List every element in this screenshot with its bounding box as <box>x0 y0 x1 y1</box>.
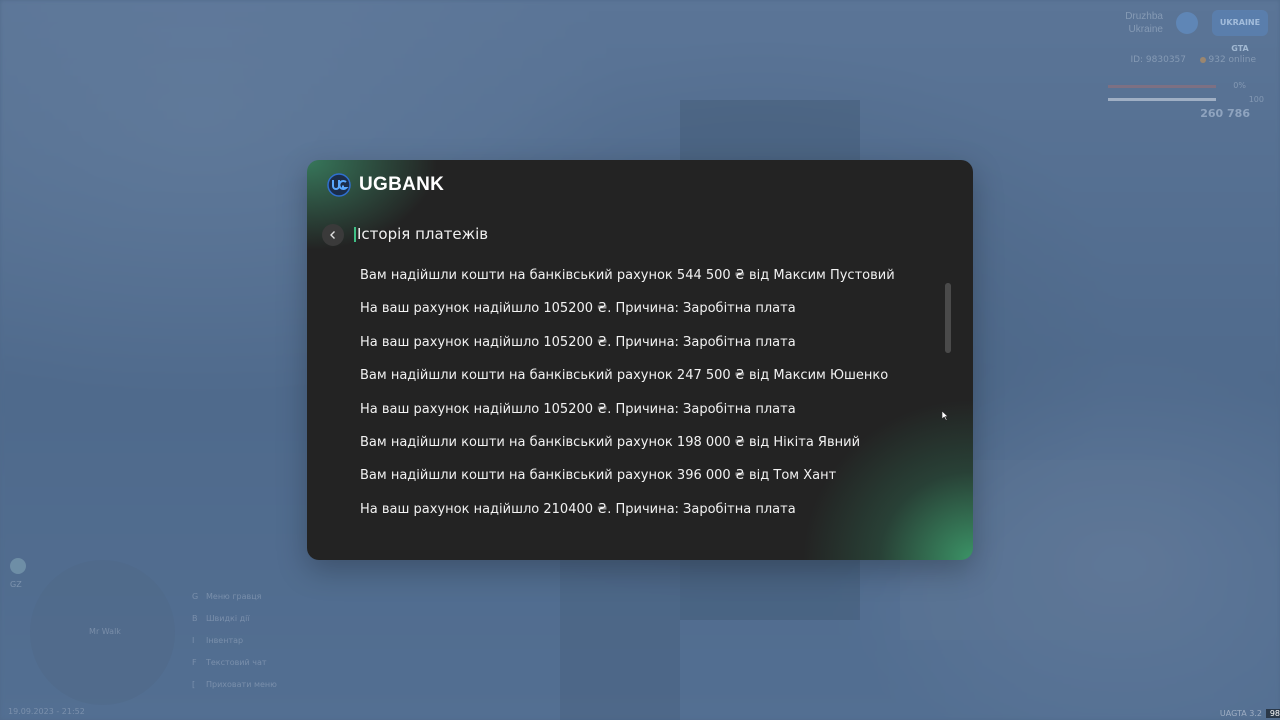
chevron-left-icon <box>330 231 335 239</box>
key-hint-key: [ <box>192 680 196 689</box>
key-hint-label: Швидкі дії <box>206 614 250 623</box>
transaction-item: На ваш рахунок надійшло 105200 ₴. Причин… <box>360 401 796 417</box>
map-zone-label: GZ <box>10 580 22 589</box>
key-hint: G Меню гравця <box>192 590 277 612</box>
online-icon <box>1200 57 1206 63</box>
key-hint: B Швидкі дії <box>192 612 277 634</box>
key-hint-key: I <box>192 636 195 645</box>
discord-icon <box>1176 12 1198 34</box>
transaction-item: Вам надійшли кошти на банківський рахуно… <box>360 368 889 384</box>
page-title: Історія платежів <box>354 225 488 243</box>
fps-counter: 98 <box>1266 709 1280 718</box>
key-hint-key: G <box>192 592 199 601</box>
health-bar <box>1108 98 1216 101</box>
server-name-line2: Ukraine <box>1128 24 1163 35</box>
game-version: UAGTA 3.2 <box>1219 709 1262 718</box>
armor-value: 0% <box>1233 81 1246 90</box>
back-button[interactable] <box>322 224 344 246</box>
transaction-item: Вам надійшли кошти на банківський рахуно… <box>360 468 837 484</box>
armor-bar <box>1108 85 1216 88</box>
title-caret <box>354 226 356 242</box>
page-title-text: Історія платежів <box>357 225 489 243</box>
money-display: 260 786 <box>1200 107 1250 120</box>
server-name-line1: Druzhba <box>1125 11 1163 22</box>
minimap-label: Mr Walk <box>89 627 121 636</box>
key-hint-key: B <box>192 614 198 623</box>
key-hint: I Інвентар <box>192 634 277 656</box>
key-hint: F Текстовий чат <box>192 656 277 678</box>
date-time: 19.09.2023 - 21:52 <box>8 707 85 716</box>
server-logo: UKRAINE GTA <box>1212 10 1268 53</box>
hud-top-right: Druzhba Ukraine UKRAINE GTA ID: 9830357 … <box>980 0 1280 130</box>
key-hints: G Меню гравця B Швидкі дії I Інвентар F Текс… <box>192 590 277 700</box>
key-hint-label: Приховати меню <box>206 680 277 689</box>
transaction-item: На ваш рахунок надійшло 105200 ₴. Причин… <box>360 334 796 350</box>
transaction-item: На ваш рахунок надійшло 210400 ₴. Причин… <box>360 501 796 517</box>
key-hint: [ Приховати меню <box>192 678 277 700</box>
bank-modal: UGBANK Історія платежів Вам надійшли кош… <box>307 160 973 560</box>
transaction-item: Вам надійшли кошти на банківський рахуно… <box>360 268 895 283</box>
scrollbar[interactable] <box>945 283 951 353</box>
transaction-item: Вам надійшли кошти на банківський рахуно… <box>360 434 861 450</box>
key-hint-key: F <box>192 658 197 667</box>
scrollbar-thumb[interactable] <box>945 283 951 353</box>
bank-brand-name: UGBANK <box>359 174 445 195</box>
key-hint-label: Інвентар <box>206 636 244 645</box>
key-hint-label: Меню гравця <box>206 592 262 601</box>
online-count: 932 online <box>1208 55 1257 65</box>
transaction-list[interactable]: Вам надійшли кошти на банківський рахуно… <box>360 267 920 537</box>
mouse-cursor-icon <box>942 411 949 421</box>
ugbank-logo-icon <box>327 173 351 197</box>
map-zone-icon <box>10 558 26 574</box>
background-character <box>560 560 680 720</box>
key-hint-label: Текстовий чат <box>206 658 267 667</box>
server-name: Druzhba Ukraine <box>1125 10 1163 36</box>
player-id: ID: 9830357 <box>1130 55 1186 65</box>
transaction-item: На ваш рахунок надійшло 105200 ₴. Причин… <box>360 301 796 317</box>
health-value: 100 <box>1248 95 1264 104</box>
bank-brand: UGBANK <box>327 172 444 198</box>
